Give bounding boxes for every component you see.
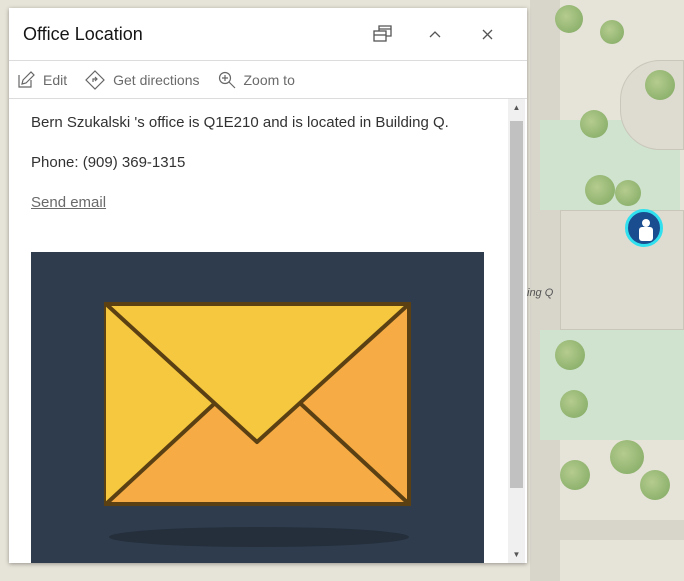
- phone-number: Phone: (909) 369-1315: [31, 154, 186, 171]
- tree: [555, 5, 583, 33]
- scroll-up-arrow-icon[interactable]: ▲: [508, 103, 525, 112]
- scrollbar-thumb[interactable]: [510, 121, 523, 488]
- dock-button[interactable]: [357, 14, 409, 54]
- tree: [640, 470, 670, 500]
- zoom-to-button[interactable]: Zoom to: [218, 71, 295, 89]
- collapse-button[interactable]: [409, 14, 461, 54]
- popup-title: Office Location: [23, 23, 143, 44]
- edit-label: Edit: [43, 71, 68, 88]
- tree: [560, 390, 588, 418]
- popup-content[interactable]: Bern Szukalski 's office is Q1E210 and i…: [9, 99, 527, 563]
- tree: [645, 70, 675, 100]
- tree: [600, 20, 624, 44]
- send-email-link[interactable]: Send email: [31, 194, 106, 211]
- office-description: Bern Szukalski 's office is Q1E210 and i…: [31, 114, 449, 131]
- person-marker-icon[interactable]: [625, 209, 663, 247]
- building: [560, 210, 684, 330]
- directions-icon: [85, 69, 105, 90]
- popup-toolbar: Edit Get directions Zoom to: [9, 61, 527, 99]
- tree: [585, 175, 615, 205]
- tree: [555, 340, 585, 370]
- pencil-icon: [18, 70, 35, 88]
- close-button[interactable]: [461, 14, 513, 54]
- tree: [615, 180, 641, 206]
- popup-panel: Office Location Edit Get directions Zoom…: [9, 8, 527, 563]
- dock-icon: [373, 25, 392, 42]
- building-label: ing Q: [527, 287, 554, 299]
- scrollbar[interactable]: ▲ ▼: [508, 99, 525, 563]
- edit-button[interactable]: Edit: [17, 70, 68, 89]
- close-icon: [482, 29, 492, 39]
- tree: [610, 440, 644, 474]
- road: [530, 520, 684, 540]
- chevron-up-icon: [429, 31, 441, 38]
- email-envelope-image: [31, 252, 484, 563]
- get-directions-button[interactable]: Get directions: [85, 69, 200, 90]
- popup-header: Office Location: [9, 8, 527, 61]
- scroll-down-arrow-icon[interactable]: ▼: [508, 550, 525, 559]
- tree: [560, 460, 590, 490]
- get-directions-label: Get directions: [113, 71, 200, 88]
- envelope-icon: [104, 302, 411, 547]
- zoom-to-label: Zoom to: [243, 71, 295, 88]
- tree: [580, 110, 608, 138]
- zoom-in-icon: [218, 71, 235, 88]
